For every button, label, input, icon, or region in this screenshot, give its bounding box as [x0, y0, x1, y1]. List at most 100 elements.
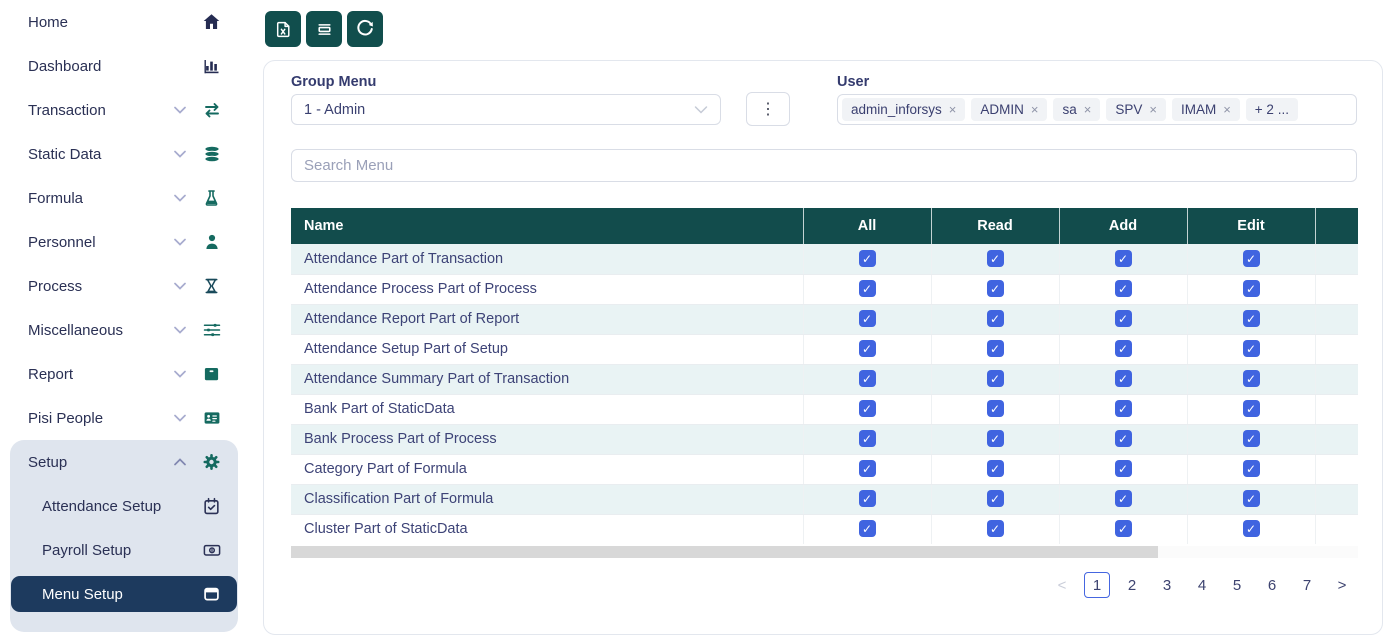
more-options-button[interactable]: ⋮ [746, 92, 790, 126]
checkbox-add[interactable] [1115, 310, 1132, 327]
chevron-down-icon [174, 150, 187, 158]
pagination-page-7[interactable]: 7 [1294, 572, 1320, 598]
sidebar-item-static-data[interactable]: Static Data [0, 132, 250, 176]
checkbox-all[interactable] [859, 490, 876, 507]
user-tag-overflow[interactable]: + 2 ... [1246, 98, 1298, 121]
window-icon [201, 585, 222, 603]
export-excel-button[interactable] [265, 11, 301, 47]
checkbox-add[interactable] [1115, 460, 1132, 477]
checkbox-read[interactable] [987, 280, 1004, 297]
chevron-down-icon [174, 194, 187, 202]
sidebar-item-pisi-people[interactable]: Pisi People [0, 396, 250, 440]
checkbox-read[interactable] [987, 250, 1004, 267]
refresh-button[interactable] [347, 11, 383, 47]
sidebar-item-formula[interactable]: Formula [0, 176, 250, 220]
rows-icon [315, 20, 334, 39]
checkbox-all[interactable] [859, 310, 876, 327]
table-row: Bank Part of StaticData [291, 394, 1358, 424]
checkbox-all[interactable] [859, 400, 876, 417]
sidebar-item-payroll-setup[interactable]: Payroll Setup [10, 528, 238, 572]
group-menu-select[interactable]: 1 - Admin [291, 94, 721, 125]
close-icon[interactable]: × [1031, 102, 1039, 117]
checkbox-edit[interactable] [1243, 460, 1260, 477]
pagination-page-3[interactable]: 3 [1154, 572, 1180, 598]
chevron-down-icon [174, 326, 187, 334]
user-tag: SPV × [1106, 98, 1166, 121]
checkbox-read[interactable] [987, 490, 1004, 507]
table-header-read: Read [931, 208, 1059, 244]
sidebar-item-transaction[interactable]: Transaction [0, 88, 250, 132]
checkbox-edit[interactable] [1243, 400, 1260, 417]
checkbox-edit[interactable] [1243, 520, 1260, 537]
checkbox-edit[interactable] [1243, 430, 1260, 447]
checkbox-edit[interactable] [1243, 310, 1260, 327]
user-multiselect[interactable]: admin_inforsys × ADMIN × sa × SPV × IMAM… [837, 94, 1357, 125]
checkbox-edit[interactable] [1243, 370, 1260, 387]
checkbox-edit[interactable] [1243, 250, 1260, 267]
checkbox-all[interactable] [859, 280, 876, 297]
close-icon[interactable]: × [1149, 102, 1157, 117]
checkbox-read[interactable] [987, 400, 1004, 417]
checkbox-read[interactable] [987, 340, 1004, 357]
sidebar-item-menu-setup[interactable]: Menu Setup [11, 576, 237, 612]
table-row: Attendance Part of Transaction [291, 244, 1358, 274]
pagination-prev[interactable]: < [1049, 572, 1075, 598]
checkbox-all[interactable] [859, 430, 876, 447]
checkbox-read[interactable] [987, 370, 1004, 387]
checkbox-all[interactable] [859, 370, 876, 387]
row-view-button[interactable] [306, 11, 342, 47]
checkbox-add[interactable] [1115, 430, 1132, 447]
table-header-extra [1315, 208, 1358, 244]
checkbox-add[interactable] [1115, 280, 1132, 297]
chevron-down-icon [174, 106, 187, 114]
sidebar-item-dashboard[interactable]: Dashboard [0, 44, 250, 88]
pagination-next[interactable]: > [1329, 572, 1355, 598]
archive-box-icon [201, 365, 222, 383]
checkbox-add[interactable] [1115, 400, 1132, 417]
pagination-page-1[interactable]: 1 [1084, 572, 1110, 598]
table-row: Attendance Setup Part of Setup [291, 334, 1358, 364]
sidebar-item-attendance-setup[interactable]: Attendance Setup [10, 484, 238, 528]
checkbox-read[interactable] [987, 430, 1004, 447]
checkbox-add[interactable] [1115, 370, 1132, 387]
pagination-page-2[interactable]: 2 [1119, 572, 1145, 598]
checkbox-read[interactable] [987, 310, 1004, 327]
table-header-row: Name All Read Add Edit [291, 208, 1358, 244]
user-tag: ADMIN × [971, 98, 1047, 121]
checkbox-edit[interactable] [1243, 280, 1260, 297]
close-icon[interactable]: × [1084, 102, 1092, 117]
permissions-table-wrapper: Name All Read Add Edit Attendance Part o… [291, 208, 1358, 544]
user-tag: admin_inforsys × [842, 98, 965, 121]
checkbox-all[interactable] [859, 340, 876, 357]
checkbox-add[interactable] [1115, 490, 1132, 507]
checkbox-edit[interactable] [1243, 490, 1260, 507]
checkbox-add[interactable] [1115, 520, 1132, 537]
person-icon [201, 233, 222, 251]
scrollbar-thumb[interactable] [291, 546, 1158, 558]
refresh-icon [355, 19, 375, 39]
checkbox-all[interactable] [859, 250, 876, 267]
table-row: Attendance Process Part of Process [291, 274, 1358, 304]
checkbox-add[interactable] [1115, 250, 1132, 267]
sidebar-item-report[interactable]: Report [0, 352, 250, 396]
search-menu-input[interactable] [291, 149, 1357, 182]
sidebar-item-personnel[interactable]: Personnel [0, 220, 250, 264]
close-icon[interactable]: × [949, 102, 957, 117]
checkbox-read[interactable] [987, 520, 1004, 537]
pagination-page-4[interactable]: 4 [1189, 572, 1215, 598]
horizontal-scrollbar[interactable] [291, 546, 1358, 558]
sidebar-item-setup[interactable]: Setup [10, 440, 238, 484]
sidebar-item-home[interactable]: Home [0, 0, 250, 44]
close-icon[interactable]: × [1223, 102, 1231, 117]
pagination-page-5[interactable]: 5 [1224, 572, 1250, 598]
sidebar-item-process[interactable]: Process [0, 264, 250, 308]
checkbox-add[interactable] [1115, 340, 1132, 357]
chevron-down-icon [694, 105, 708, 114]
sidebar-item-miscellaneous[interactable]: Miscellaneous [0, 308, 250, 352]
pagination-page-6[interactable]: 6 [1259, 572, 1285, 598]
checkbox-all[interactable] [859, 460, 876, 477]
checkbox-all[interactable] [859, 520, 876, 537]
chevron-down-icon [174, 414, 187, 422]
checkbox-read[interactable] [987, 460, 1004, 477]
checkbox-edit[interactable] [1243, 340, 1260, 357]
